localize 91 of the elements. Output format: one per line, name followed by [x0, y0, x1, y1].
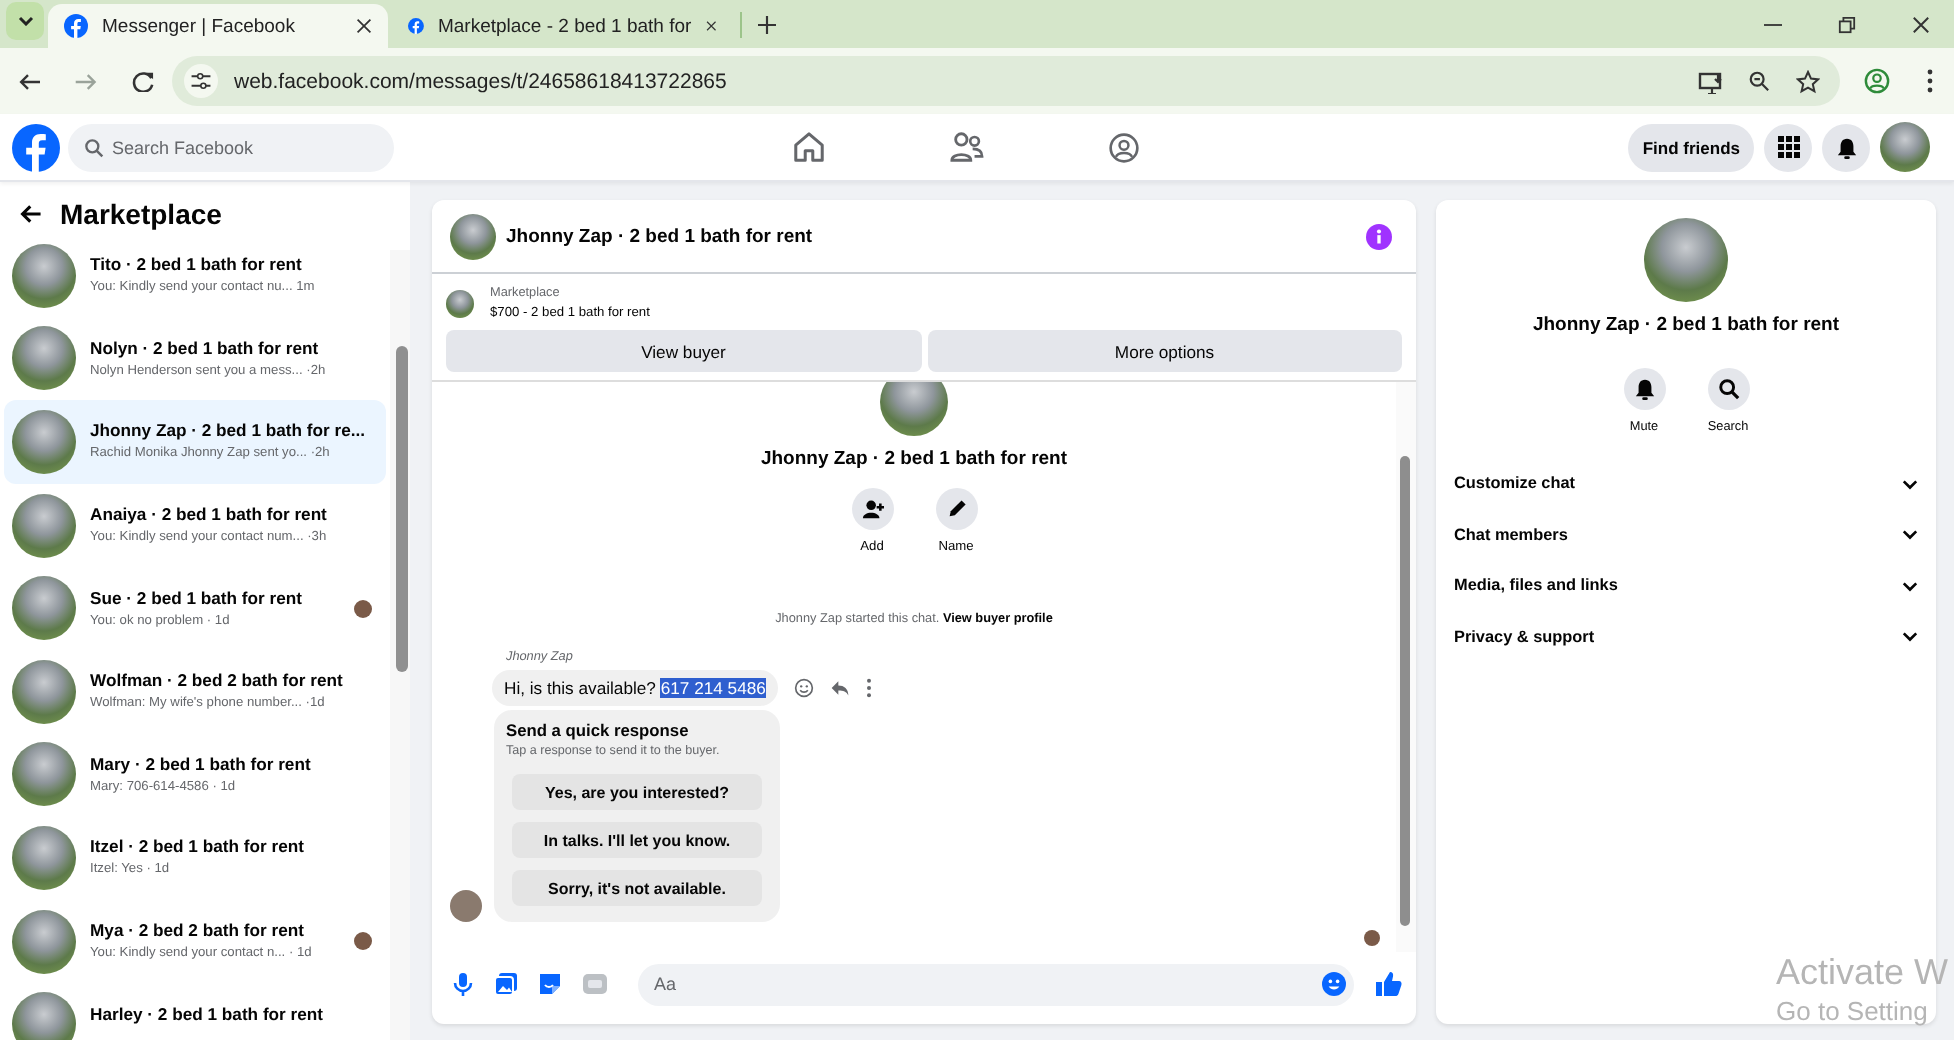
close-icon[interactable]: [705, 18, 716, 34]
close-icon[interactable]: [356, 18, 372, 34]
info-action-button[interactable]: [1623, 368, 1665, 410]
close-icon[interactable]: [1912, 15, 1930, 33]
quick-reply-button[interactable]: Sorry, it's not available.: [512, 870, 762, 906]
find-friends-button[interactable]: Find friends: [1628, 123, 1754, 171]
activation-notice: Activate W: [1776, 950, 1949, 994]
profile-name: Jhonny Zap · 2 bed 1 bath for rent: [760, 448, 1068, 470]
bell-icon: [1633, 378, 1655, 400]
photo-placeholder: [1880, 122, 1930, 172]
pencil-icon: [945, 498, 967, 520]
message-bubble: Hi, is this available? 617 214 5486: [492, 670, 778, 706]
bell-icon: [1835, 135, 1857, 159]
logo-icon[interactable]: [408, 14, 424, 38]
logo-icon[interactable]: [12, 123, 60, 171]
sticker-icon[interactable]: [538, 972, 562, 996]
zoom-icon[interactable]: [1748, 70, 1770, 92]
quick-response-title: Send a quick response: [506, 720, 691, 740]
photo-placeholder: [446, 289, 474, 317]
menu-icon[interactable]: [1926, 68, 1934, 94]
info-action-button[interactable]: [1707, 368, 1749, 410]
reply-icon[interactable]: [829, 678, 850, 698]
search-icon: [84, 137, 104, 157]
section-header[interactable]: Media, files and links: [1454, 560, 1918, 611]
photo-placeholder: [1644, 218, 1728, 302]
photo-placeholder: [12, 243, 76, 308]
quick-reply-button[interactable]: In talks. I'll let you know.: [512, 822, 762, 858]
search-field[interactable]: Search Facebook: [68, 123, 394, 171]
activation-notice: Go to Setting: [1776, 994, 1930, 1030]
menu-button[interactable]: [1764, 123, 1812, 171]
photo-placeholder: [12, 493, 76, 558]
new-tab-icon[interactable]: [758, 16, 776, 34]
scrollbar[interactable]: [1396, 382, 1416, 952]
scrollbar[interactable]: [390, 250, 410, 1040]
chat-title: Jhonny Zap · 2 bed 1 bath for rent: [506, 225, 815, 247]
photo-placeholder: [12, 992, 76, 1040]
quick-reply-button[interactable]: Yes, are you interested?: [512, 774, 762, 810]
restore-icon[interactable]: [1838, 15, 1856, 33]
photo-placeholder: [450, 213, 496, 259]
photo-placeholder: [12, 825, 76, 890]
section-header[interactable]: Privacy & support: [1454, 611, 1918, 662]
action-button[interactable]: View buyer: [446, 330, 921, 372]
add-person-icon: [861, 498, 883, 520]
sender-avatar: [450, 890, 482, 922]
like-icon[interactable]: [1374, 970, 1402, 998]
photo-placeholder: [12, 742, 76, 807]
section-header[interactable]: Chat members: [1454, 509, 1918, 560]
sidebar-title: Marketplace: [60, 198, 222, 230]
image-icon[interactable]: [494, 972, 518, 996]
seen-avatar: [1364, 930, 1380, 946]
site-settings-icon[interactable]: [190, 70, 212, 92]
profile-action-button[interactable]: [935, 488, 977, 530]
photo-placeholder: [880, 382, 948, 436]
star-icon[interactable]: [1796, 69, 1820, 93]
profile-action-button[interactable]: [851, 488, 893, 530]
photo-placeholder: [12, 576, 76, 641]
chevron-icon: [1902, 528, 1918, 541]
more-icon[interactable]: [865, 678, 872, 698]
conversation-name: Jhonny Zap · 2 bed 1 bath for rent: [1532, 314, 1840, 336]
info-icon[interactable]: [1366, 223, 1392, 249]
grid-icon: [1777, 136, 1799, 158]
chevron-icon: [1902, 579, 1918, 592]
browser-tab[interactable]: Messenger | Facebook: [48, 4, 388, 48]
address-bar[interactable]: web.facebook.com/messages/t/24658618413722865: [172, 56, 1840, 106]
photo-placeholder: [12, 659, 76, 724]
notifications-button[interactable]: [1822, 123, 1870, 171]
browser-tab[interactable]: Marketplace - 2 bed 1 bath for: [392, 4, 732, 48]
section-header[interactable]: Customize chat: [1454, 458, 1918, 509]
friends-icon[interactable]: [950, 130, 984, 164]
photo-placeholder: [12, 909, 76, 974]
conversation-item[interactable]: Harley · 2 bed 1 bath for rent: [4, 982, 386, 1040]
photo-placeholder: [12, 326, 76, 391]
react-icon[interactable]: [793, 678, 814, 698]
logo-icon[interactable]: [64, 14, 88, 38]
install-icon[interactable]: [1698, 69, 1722, 93]
action-button[interactable]: More options: [927, 330, 1402, 372]
back-icon[interactable]: [16, 69, 40, 93]
tab-search-button[interactable]: [6, 2, 44, 40]
home-icon[interactable]: [792, 130, 826, 164]
search-icon: [1717, 378, 1739, 400]
message-input[interactable]: Aa: [638, 963, 1354, 1005]
photo-placeholder: [12, 409, 76, 474]
chevron-icon: [1902, 477, 1918, 490]
microphone-icon[interactable]: [452, 972, 474, 996]
caret-icon[interactable]: [17, 16, 33, 26]
reload-icon[interactable]: [132, 70, 154, 92]
back-icon[interactable]: [20, 202, 44, 226]
profile-circle-icon[interactable]: [1108, 131, 1140, 163]
profile-icon[interactable]: [1864, 68, 1890, 94]
emoji-icon[interactable]: [1322, 972, 1346, 996]
chevron-icon: [1902, 630, 1918, 643]
